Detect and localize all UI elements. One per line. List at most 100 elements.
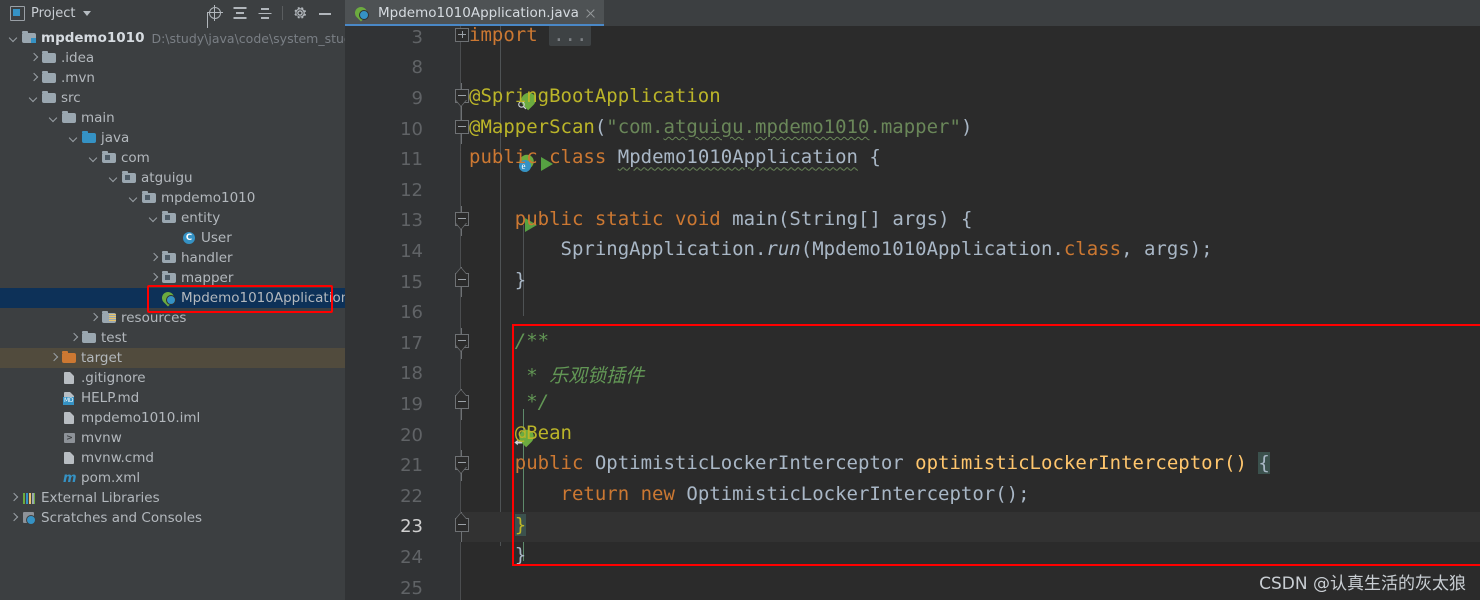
gutter-marker[interactable] [429,363,463,385]
tree-item-label: entity [181,210,221,226]
code-line-22: 22 return new OptimisticLockerIntercepto… [345,481,1480,512]
line-number: 22 [400,485,423,507]
line-number: 17 [400,332,423,354]
chevron-down-icon[interactable] [28,93,39,104]
chevron-right-icon[interactable] [8,513,19,524]
tree-item-entity[interactable]: entity [0,208,345,228]
gutter-marker[interactable]: e [429,149,553,172]
collapse-all-icon[interactable] [257,5,273,21]
project-tree[interactable]: mpdemo1010 D:\study\java\code\system_stud… [0,26,345,600]
file-ignored-icon [61,370,77,386]
toolbar-divider [282,6,283,20]
chevron-down-icon[interactable] [128,193,139,204]
tree-item-pom-xml[interactable]: m pom.xml [0,468,345,488]
file-maven-icon: m [63,471,77,486]
gutter-marker[interactable] [429,57,463,79]
code-line-19: 19 */ [345,389,1480,420]
folder-icon [41,50,57,66]
chevron-right-icon[interactable] [28,53,39,64]
locate-icon[interactable] [207,5,223,21]
code-text: } [514,544,527,567]
chevron-right-icon[interactable] [48,353,59,364]
tree-item-mpdemo1010[interactable]: mpdemo1010 D:\study\java\code\system_stud… [0,28,345,48]
watermark: CSDN @认真生活的灰太狼 [1259,574,1466,594]
chevron-down-icon[interactable] [8,33,19,44]
chevron-right-icon[interactable] [28,73,39,84]
tree-item-atguigu[interactable]: atguigu [0,168,345,188]
gutter-marker[interactable] [429,546,463,568]
tree-item-mvnw-cmd[interactable]: mvnw.cmd [0,448,345,468]
tree-item-handler[interactable]: handler [0,248,345,268]
folder-package-icon [141,190,157,206]
project-view-selector[interactable]: Project [4,4,97,23]
line-number: 10 [400,118,423,140]
gutter-marker[interactable] [429,424,537,448]
expand-all-icon[interactable] [232,5,248,21]
tree-item-src[interactable]: src [0,88,345,108]
gutter-marker[interactable] [429,240,463,262]
tab-mpdemo1010application[interactable]: Mpdemo1010Application.java [345,0,604,26]
tree-item-target[interactable]: target [0,348,345,368]
minimize-icon[interactable] [317,5,333,21]
code-line-23: 23 } [345,511,1480,543]
tree-item-mvnw[interactable]: > mvnw [0,428,345,448]
close-icon[interactable] [585,8,596,19]
tree-item-gitignore[interactable]: .gitignore [0,368,345,388]
gutter-marker[interactable] [429,577,463,599]
tree-item-help-md[interactable]: MD HELP.md [0,388,345,408]
chevron-right-icon[interactable] [148,253,159,264]
code-text: public static void main(String[] args) { [514,207,973,230]
project-icon [10,5,25,21]
chevron-right-icon[interactable] [148,273,159,284]
tree-item-scratches-and-consoles[interactable]: Scratches and Consoles [0,508,345,528]
tree-item-mvn[interactable]: .mvn [0,68,345,88]
tree-item-mpdemo1010[interactable]: mpdemo1010 [0,188,345,208]
code-text: import ... [469,26,1480,46]
gutter-marker[interactable] [429,302,463,324]
code-text: @SpringBootApplication [469,85,721,108]
tree-item-test[interactable]: test [0,328,345,348]
tree-item-com[interactable]: com [0,148,345,168]
libraries-icon [21,490,37,506]
code-line-14: 14 SpringApplication.run(Mpdemo1010Appli… [345,236,1480,267]
tree-item-label: mvnw.cmd [81,450,154,466]
tree-item-java[interactable]: java [0,128,345,148]
tree-item-resources[interactable]: resources [0,308,345,328]
tree-item-label: mpdemo1010 [161,190,256,206]
tree-item-idea[interactable]: .idea [0,48,345,68]
tree-item-label: mapper [181,270,234,286]
code-editor[interactable]: 3 import ... 8 9 @SpringBootApplication 10 @Ma… [345,26,1480,600]
chevron-right-icon[interactable] [8,493,19,504]
tree-item-user[interactable]: C User [0,228,345,248]
gutter-marker[interactable] [429,179,463,201]
chevron-down-icon[interactable] [108,173,119,184]
code-text: * 乐观锁插件 [526,364,645,387]
chevron-down-icon[interactable] [148,213,159,224]
settings-gear-icon[interactable] [292,5,308,21]
code-lines: 3 import ... 8 9 @SpringBootApplication 10 @Ma… [345,26,1480,600]
chevron-right-icon[interactable] [88,313,99,324]
tree-item-main[interactable]: main [0,108,345,128]
project-panel-header: Project [0,0,345,26]
tree-item-external-libraries[interactable]: External Libraries [0,488,345,508]
spring-class-icon [159,289,177,307]
code-text: @Bean [514,421,572,444]
tree-item-label: main [81,110,115,126]
chevron-down-icon[interactable] [88,153,99,164]
code-text: } [514,513,527,536]
chevron-right-icon[interactable] [68,333,79,344]
tree-item-mpdemo1010application[interactable]: Mpdemo1010Application [0,288,345,308]
gutter-marker[interactable] [429,485,463,507]
tree-item-mapper[interactable]: mapper [0,268,345,288]
tree-item-label: .gitignore [81,370,146,386]
chevron-down-icon[interactable] [48,113,59,124]
project-tool-window: Project mpdemo1010 D:\study\java\code\sys… [0,0,345,600]
file-cmd-icon [61,450,77,466]
chevron-down-icon[interactable] [68,133,79,144]
tree-item-mpdemo1010-iml[interactable]: mpdemo1010.iml [0,408,345,428]
